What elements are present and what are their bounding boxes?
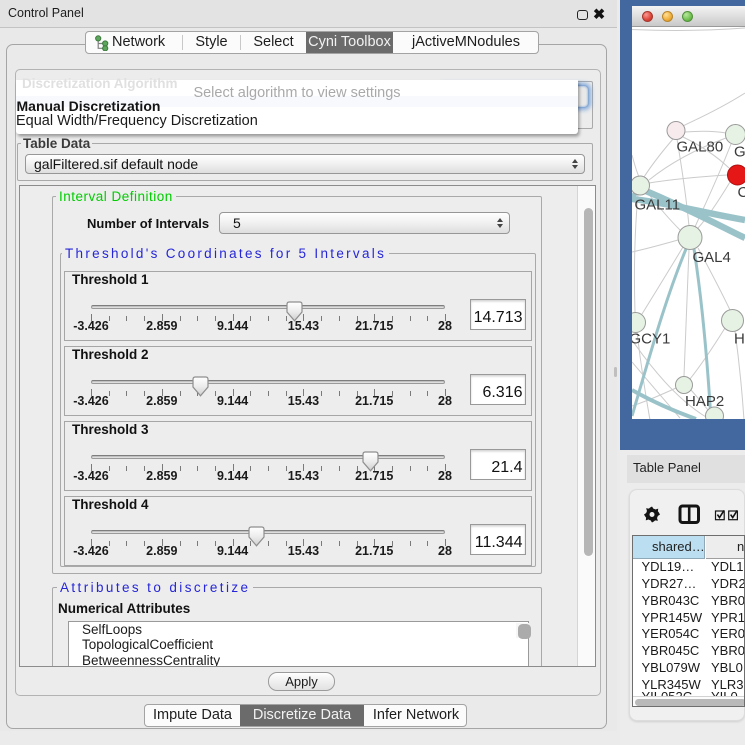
svg-text:GA: GA xyxy=(734,144,745,161)
svg-text:HI: HI xyxy=(734,331,745,348)
svg-text:GCY1: GCY1 xyxy=(632,331,670,348)
svg-text:GAL4: GAL4 xyxy=(693,249,731,266)
svg-text:HAP2: HAP2 xyxy=(685,393,724,410)
svg-text:GAL11: GAL11 xyxy=(635,197,681,214)
svg-text:CY: CY xyxy=(738,184,745,201)
svg-text:GAL80: GAL80 xyxy=(677,139,724,156)
